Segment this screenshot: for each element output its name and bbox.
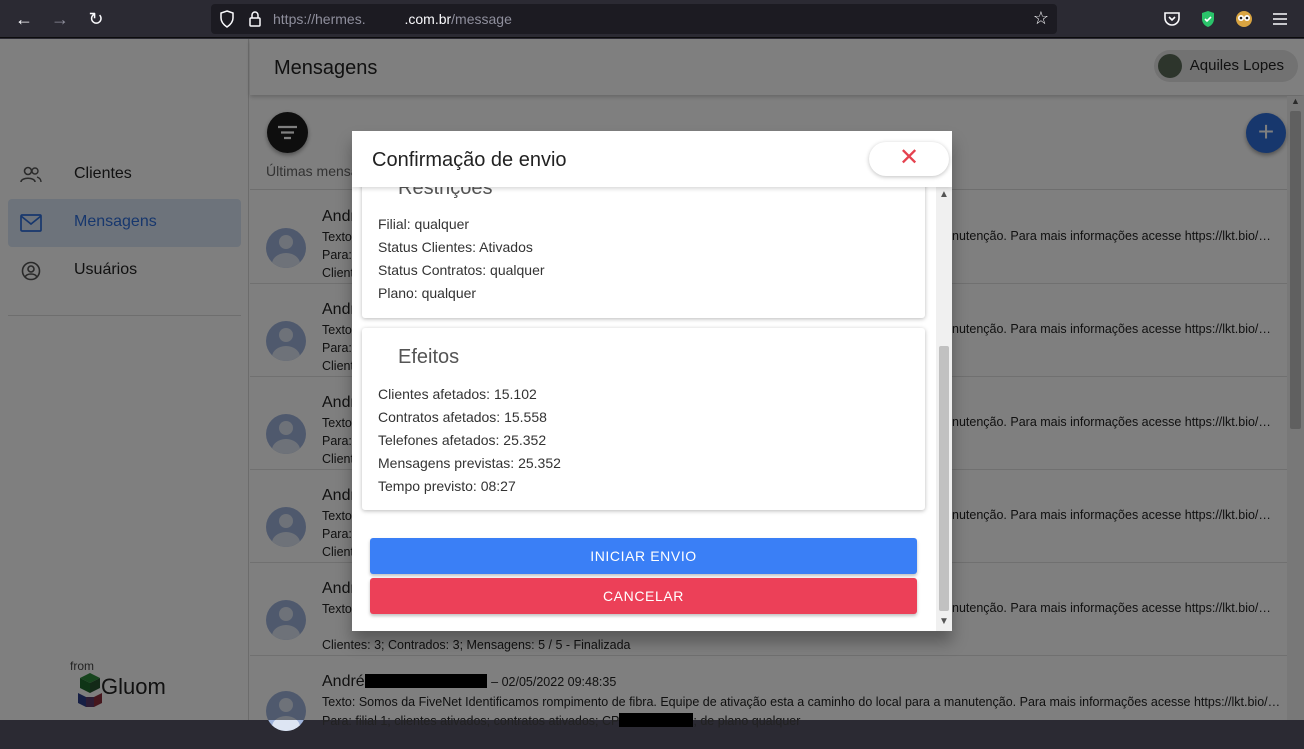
menu-icon[interactable] bbox=[1270, 9, 1290, 29]
effect-line: Mensagens previstas: 25.352 bbox=[378, 455, 561, 471]
scroll-down-icon[interactable]: ▼ bbox=[936, 616, 952, 627]
close-icon: ✕ bbox=[898, 144, 920, 171]
extension-owl-icon[interactable] bbox=[1234, 9, 1254, 29]
bookmark-star-icon[interactable]: ☆ bbox=[1033, 8, 1049, 29]
lock-icon[interactable] bbox=[247, 10, 263, 28]
confirm-send-dialog: Confirmação de envio ✕ Restrições Filial… bbox=[352, 131, 952, 631]
card-title: Restrições bbox=[398, 187, 493, 199]
close-button[interactable]: ✕ bbox=[869, 142, 949, 176]
extension-shield-icon[interactable] bbox=[1198, 9, 1218, 29]
effect-line: Clientes afetados: 15.102 bbox=[378, 386, 537, 402]
restricoes-card: Restrições Filial: qualquer Status Clien… bbox=[362, 187, 925, 318]
back-icon[interactable]: ← bbox=[13, 8, 35, 30]
dialog-body: Restrições Filial: qualquer Status Clien… bbox=[352, 187, 936, 631]
cancel-button[interactable]: CANCELAR bbox=[370, 578, 917, 614]
url-path: /message bbox=[451, 11, 512, 27]
effect-line: Telefones afetados: 25.352 bbox=[378, 432, 547, 448]
forward-icon[interactable]: → bbox=[49, 8, 71, 30]
dialog-header: Confirmação de envio ✕ bbox=[352, 131, 952, 187]
efeitos-card: Efeitos Clientes afetados: 15.102 Contra… bbox=[362, 328, 925, 510]
shield-icon[interactable] bbox=[219, 10, 235, 28]
url-prefix: https://hermes. bbox=[273, 11, 366, 27]
reload-icon[interactable]: ↻ bbox=[85, 8, 107, 30]
browser-toolbar: ← → ↻ https://hermes. .com.br/message ☆ bbox=[0, 0, 1304, 38]
restriction-line: Status Clientes: Ativados bbox=[378, 239, 533, 255]
url-bar[interactable]: https://hermes. .com.br/message ☆ bbox=[211, 4, 1057, 34]
restriction-line: Plano: qualquer bbox=[378, 285, 477, 301]
restriction-line: Filial: qualquer bbox=[378, 216, 470, 232]
start-send-button[interactable]: INICIAR ENVIO bbox=[370, 538, 917, 574]
url-text: https://hermes. .com.br/message bbox=[273, 11, 512, 27]
pocket-icon[interactable] bbox=[1162, 9, 1182, 29]
dialog-title: Confirmação de envio bbox=[372, 149, 567, 171]
restriction-line: Status Contratos: qualquer bbox=[378, 262, 545, 278]
effect-line: Tempo previsto: 08:27 bbox=[378, 478, 516, 494]
effect-line: Contratos afetados: 15.558 bbox=[378, 409, 547, 425]
url-host: .com.br bbox=[365, 11, 452, 27]
scroll-up-icon[interactable]: ▲ bbox=[936, 189, 952, 200]
card-title: Efeitos bbox=[398, 346, 460, 368]
dialog-scroll-thumb[interactable] bbox=[939, 346, 949, 611]
dialog-scrollbar[interactable]: ▲ ▼ bbox=[936, 187, 952, 631]
